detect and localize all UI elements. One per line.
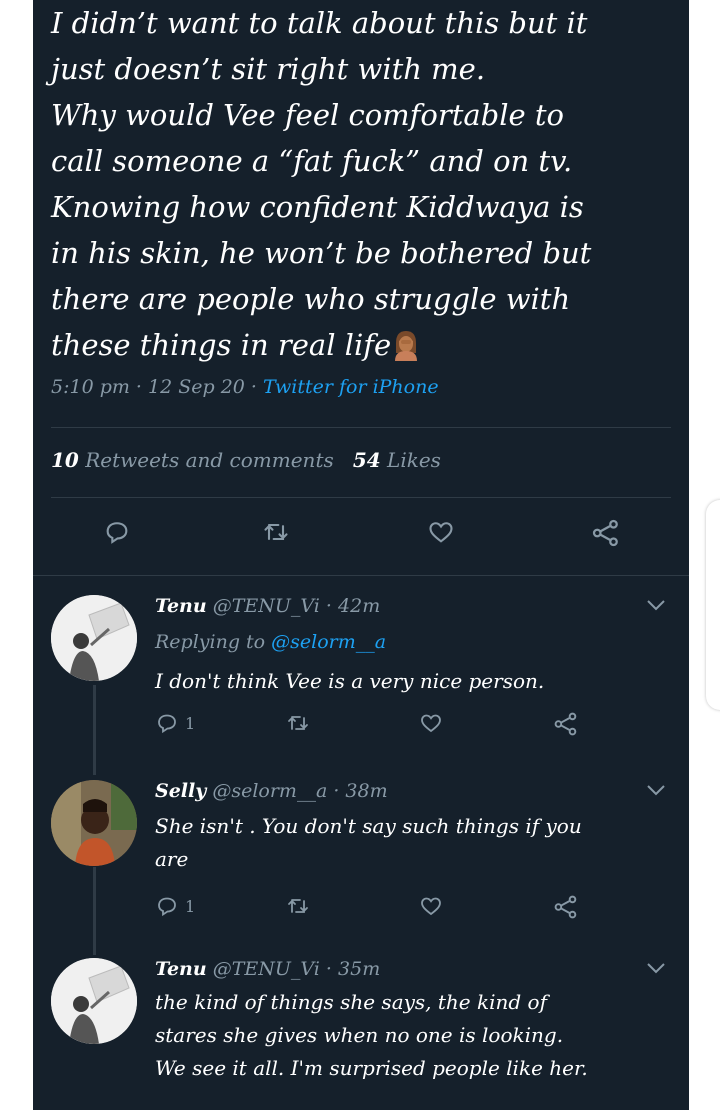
- reply-count: 1: [185, 896, 196, 916]
- tweet-action-row: [33, 518, 689, 558]
- tweet-detail-panel: I didn’t want to talk about this but it …: [33, 0, 689, 1110]
- reply-author-name[interactable]: Tenu: [155, 595, 207, 617]
- reply-author-name[interactable]: Tenu: [155, 958, 207, 980]
- share-button[interactable]: [591, 518, 621, 548]
- retweet-button[interactable]: [285, 711, 311, 735]
- retweet-icon: [288, 899, 308, 913]
- share-button[interactable]: [553, 894, 579, 920]
- likes-count: 54: [352, 448, 381, 472]
- reply-tweet[interactable]: Tenu @TENU_Vi · 42m Replying to @selorm_…: [33, 595, 689, 755]
- reply-time: 42m: [338, 595, 381, 617]
- reply-icon: [158, 714, 176, 734]
- heart-icon: [421, 714, 441, 733]
- likes-stat[interactable]: 54 Likes: [353, 448, 441, 472]
- reply-tweet[interactable]: Selly @selorm__a · 38m She isn't . You d…: [33, 780, 689, 940]
- reply-author-handle[interactable]: @selorm__a: [212, 780, 327, 802]
- tweet-text: I didn’t want to talk about this but it …: [51, 6, 592, 362]
- divider: [51, 427, 671, 428]
- likes-label: Likes: [387, 448, 441, 472]
- chevron-down-icon[interactable]: [645, 782, 667, 798]
- replying-prefix: Replying to: [155, 631, 266, 653]
- reply-text: the kind of things she says, the kind of…: [155, 990, 588, 1080]
- tweet-time: 5:10 pm: [51, 376, 130, 398]
- avatar[interactable]: [51, 595, 137, 681]
- heart-icon: [429, 522, 453, 543]
- reply-header: Tenu @TENU_Vi · 42m: [155, 595, 380, 617]
- meta-separator: ·: [244, 376, 263, 398]
- avatar-photo: [51, 595, 137, 681]
- woman-facepalming-emoji: [395, 331, 418, 361]
- chevron-down-icon[interactable]: [645, 960, 667, 976]
- reply-author-handle[interactable]: @TENU_Vi: [213, 958, 320, 980]
- like-button[interactable]: [419, 711, 443, 735]
- reply-time: 35m: [338, 958, 381, 980]
- avatar[interactable]: [51, 958, 137, 1044]
- tweet-text-block: I didn’t want to talk about this but it …: [51, 0, 681, 368]
- meta-separator: ·: [129, 376, 149, 398]
- scrollbar-handle[interactable]: [706, 500, 720, 710]
- reply-button[interactable]: 1: [155, 894, 195, 918]
- retweets-stat[interactable]: 10 Retweets and comments: [51, 448, 334, 472]
- reply-header: Tenu @TENU_Vi · 35m: [155, 958, 380, 980]
- tweet-client-link[interactable]: Twitter for iPhone: [263, 376, 439, 398]
- reply-icon: [158, 897, 176, 917]
- reply-author-name[interactable]: Selly: [155, 780, 206, 802]
- meta-separator: ·: [327, 780, 346, 802]
- reply-button[interactable]: 1: [155, 711, 195, 735]
- reply-time: 38m: [345, 780, 388, 802]
- avatar-photo: [51, 780, 137, 866]
- retweet-button[interactable]: [261, 518, 291, 546]
- meta-separator: ·: [319, 595, 339, 617]
- share-icon: [592, 519, 618, 547]
- replying-to: Replying to @selorm__a: [155, 631, 386, 653]
- retweet-icon: [264, 523, 288, 541]
- divider: [33, 575, 689, 576]
- share-icon: [554, 712, 577, 736]
- share-button[interactable]: [553, 711, 579, 737]
- retweets-label: Retweets and comments: [85, 448, 334, 472]
- reply-icon: [106, 522, 128, 544]
- heart-icon: [421, 897, 441, 916]
- reply-tweet[interactable]: Tenu @TENU_Vi · 35m the kind of things s…: [33, 958, 689, 1110]
- like-button[interactable]: [427, 518, 455, 546]
- replying-to-handle[interactable]: @selorm__a: [271, 631, 386, 653]
- reply-text: She isn't . You don't say such things if…: [155, 814, 582, 871]
- reply-text: I don't think Vee is a very nice person.: [155, 669, 545, 693]
- retweet-button[interactable]: [285, 894, 311, 918]
- tweet-meta: 5:10 pm · 12 Sep 20 · Twitter for iPhone: [51, 376, 439, 398]
- reply-header: Selly @selorm__a · 38m: [155, 780, 388, 802]
- reply-author-handle[interactable]: @TENU_Vi: [213, 595, 320, 617]
- share-icon: [554, 895, 577, 919]
- retweet-icon: [288, 716, 308, 730]
- tweet-stats: 10 Retweets and comments 54 Likes: [51, 448, 441, 472]
- tweet-date: 12 Sep 20: [148, 376, 245, 398]
- avatar-photo: [51, 958, 137, 1044]
- meta-separator: ·: [319, 958, 339, 980]
- reply-count: 1: [185, 713, 196, 733]
- like-button[interactable]: [419, 894, 443, 918]
- divider: [51, 497, 671, 498]
- chevron-down-icon[interactable]: [645, 597, 667, 613]
- avatar[interactable]: [51, 780, 137, 866]
- reply-button[interactable]: [103, 518, 131, 546]
- retweets-count: 10: [51, 448, 79, 472]
